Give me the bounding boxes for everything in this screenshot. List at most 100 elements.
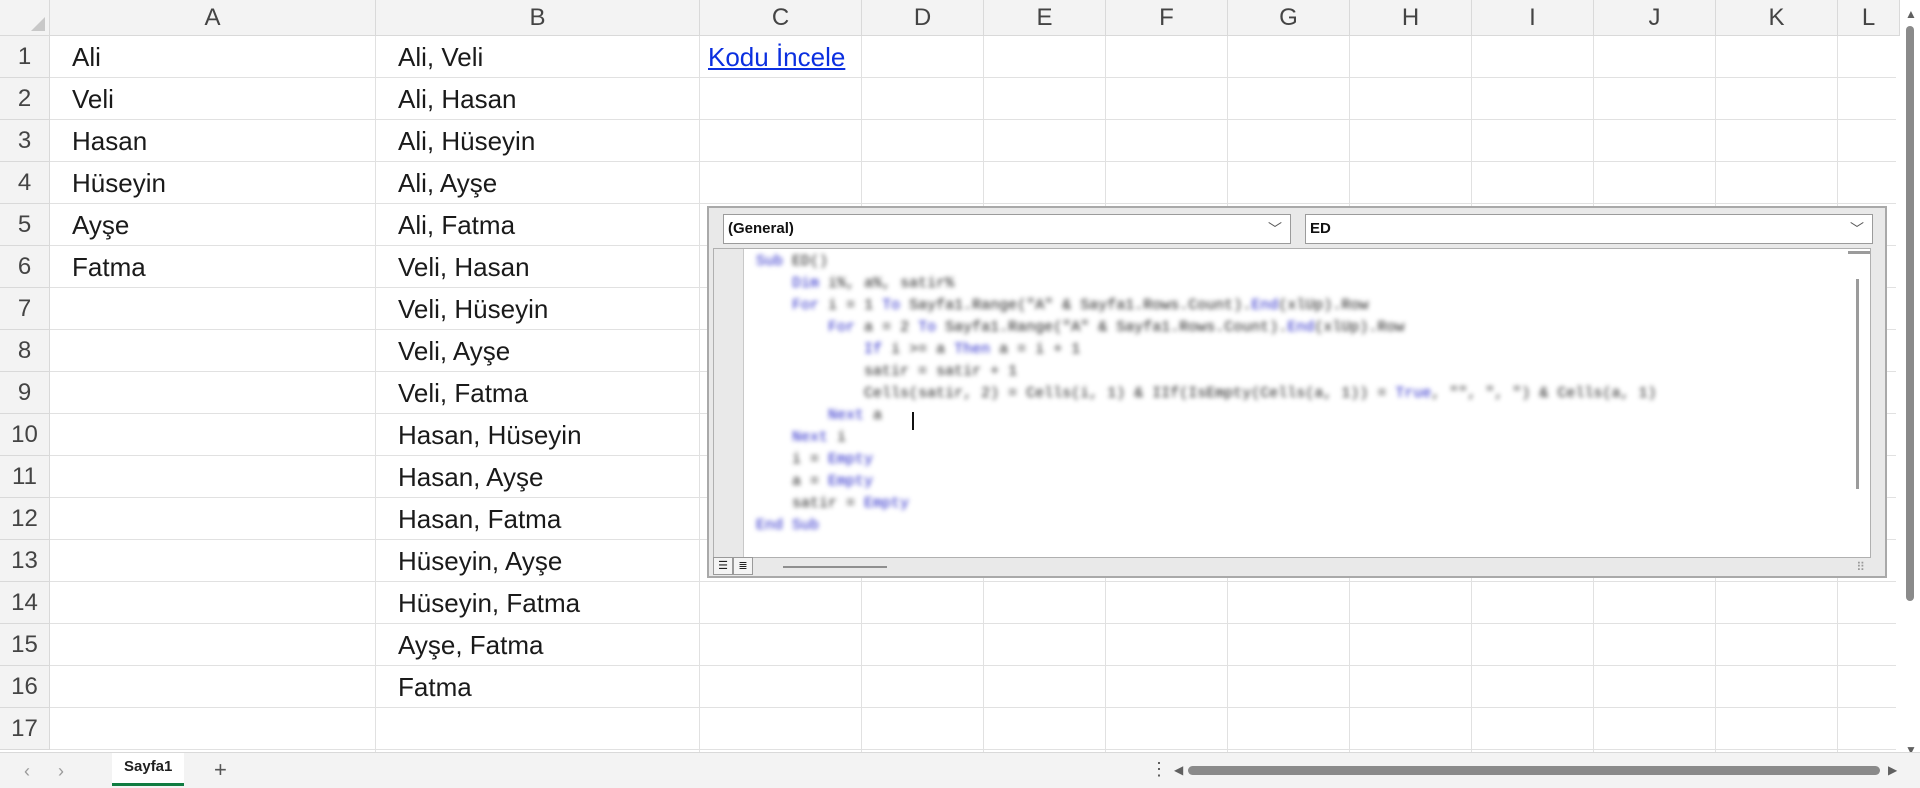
code-line: Cells(satir, 2) = Cells(i, 1) & IIf(IsEm…: [864, 385, 1657, 402]
cell-b5[interactable]: Ali, Fatma: [376, 204, 700, 246]
resize-grip-icon[interactable]: ⠿: [1856, 560, 1865, 574]
grid-line: [50, 749, 1896, 750]
row-header-1[interactable]: 1: [0, 36, 50, 78]
row-header-4[interactable]: 4: [0, 162, 50, 204]
row-header-8[interactable]: 8: [0, 330, 50, 372]
column-header-b[interactable]: B: [376, 0, 700, 36]
column-header-g[interactable]: G: [1228, 0, 1350, 36]
grid-line: [50, 623, 1896, 624]
object-dropdown-value: (General): [728, 220, 794, 237]
scroll-up-arrow-icon[interactable]: ▲: [1905, 8, 1917, 20]
column-header-l[interactable]: L: [1838, 0, 1900, 36]
code-line: Sub ED(): [756, 253, 829, 270]
editor-horizontal-scroll-thumb[interactable]: [783, 566, 887, 568]
code-line: If i >= a Then a = i + 1: [864, 341, 1081, 358]
row-header-9[interactable]: 9: [0, 372, 50, 414]
editor-margin: [714, 249, 744, 557]
grid-line: [50, 707, 1896, 708]
add-sheet-button[interactable]: +: [214, 757, 227, 783]
cell-a6[interactable]: Fatma: [50, 246, 376, 288]
code-line: Next a: [828, 407, 883, 424]
cell-b10[interactable]: Hasan, Hüseyin: [376, 414, 700, 456]
cell-a3[interactable]: Hasan: [50, 120, 376, 162]
procedure-dropdown-value: ED: [1310, 220, 1331, 237]
row-header-15[interactable]: 15: [0, 624, 50, 666]
scroll-right-arrow-icon[interactable]: ▶: [1888, 764, 1897, 776]
sheet-tab-bar: ‹ › Sayfa1 + ⋮ ◀ ▶: [0, 752, 1920, 788]
code-line: i = Empty: [792, 451, 874, 468]
kodu-incele-link[interactable]: Kodu İncele: [708, 36, 845, 78]
code-text: Sub ED() Dim i%, a%, satir% For i = 1 To…: [756, 251, 1657, 537]
procedure-dropdown[interactable]: ED ﹀: [1305, 214, 1873, 244]
row-header-11[interactable]: 11: [0, 456, 50, 498]
row-header-5[interactable]: 5: [0, 204, 50, 246]
column-header-j[interactable]: J: [1594, 0, 1716, 36]
row-header-16[interactable]: 16: [0, 666, 50, 708]
column-header-a[interactable]: A: [50, 0, 376, 36]
next-sheet-arrow-icon[interactable]: ›: [58, 761, 64, 782]
grid-line: [50, 665, 1896, 666]
cell-b11[interactable]: Hasan, Ayşe: [376, 456, 700, 498]
scrollbar-top-edge: [1848, 251, 1870, 254]
cell-a2[interactable]: Veli: [50, 78, 376, 120]
column-header-i[interactable]: I: [1472, 0, 1594, 36]
more-options-icon[interactable]: ⋮: [1150, 759, 1168, 780]
editor-bottom-bar: ☰ ≣ ⠿: [711, 556, 1871, 576]
row-header-14[interactable]: 14: [0, 582, 50, 624]
cell-b13[interactable]: Hüseyin, Ayşe: [376, 540, 700, 582]
chevron-down-icon: ﹀: [1850, 221, 1864, 237]
row-header-12[interactable]: 12: [0, 498, 50, 540]
code-line: satir = satir + 1: [864, 363, 1018, 380]
horizontal-scroll-thumb[interactable]: [1188, 766, 1880, 775]
prev-sheet-arrow-icon[interactable]: ‹: [24, 761, 30, 782]
sheet-tab-sayfa1[interactable]: Sayfa1: [112, 753, 185, 786]
full-module-view-icon[interactable]: ≣: [733, 557, 753, 575]
cell-b6[interactable]: Veli, Hasan: [376, 246, 700, 288]
row-header-17[interactable]: 17: [0, 708, 50, 750]
vba-code-window[interactable]: (General) ﹀ ED ﹀ Sub ED() Dim i%, a%, sa…: [707, 206, 1887, 578]
cell-b7[interactable]: Veli, Hüseyin: [376, 288, 700, 330]
cell-b14[interactable]: Hüseyin, Fatma: [376, 582, 700, 624]
column-header-d[interactable]: D: [862, 0, 984, 36]
row-header-6[interactable]: 6: [0, 246, 50, 288]
row-header-10[interactable]: 10: [0, 414, 50, 456]
cell-b8[interactable]: Veli, Ayşe: [376, 330, 700, 372]
select-all-triangle-icon: [31, 17, 45, 31]
cell-b15[interactable]: Ayşe, Fatma: [376, 624, 700, 666]
cell-b2[interactable]: Ali, Hasan: [376, 78, 700, 120]
code-line: For a = 2 To Sayfa1.Range("A" & Sayfa1.R…: [828, 319, 1405, 336]
grid-line: [50, 581, 1896, 582]
editor-scroll-thumb[interactable]: [1856, 279, 1859, 489]
code-line: satir = Empty: [792, 495, 910, 512]
code-editor[interactable]: Sub ED() Dim i%, a%, satir% For i = 1 To…: [713, 248, 1871, 558]
column-header-h[interactable]: H: [1350, 0, 1472, 36]
cell-b1[interactable]: Ali, Veli: [376, 36, 700, 78]
cell-a5[interactable]: Ayşe: [50, 204, 376, 246]
cell-b3[interactable]: Ali, Hüseyin: [376, 120, 700, 162]
column-header-k[interactable]: K: [1716, 0, 1838, 36]
editor-vertical-scrollbar[interactable]: [1848, 249, 1870, 557]
cell-b16[interactable]: Fatma: [376, 666, 700, 708]
select-all-button[interactable]: [0, 0, 50, 36]
code-line: For i = 1 To Sayfa1.Range("A" & Sayfa1.R…: [792, 297, 1369, 314]
row-header-2[interactable]: 2: [0, 78, 50, 120]
cell-b12[interactable]: Hasan, Fatma: [376, 498, 700, 540]
column-header-e[interactable]: E: [984, 0, 1106, 36]
row-header-7[interactable]: 7: [0, 288, 50, 330]
procedure-view-icon[interactable]: ☰: [713, 557, 733, 575]
cell-b4[interactable]: Ali, Ayşe: [376, 162, 700, 204]
code-line: Dim i%, a%, satir%: [792, 275, 955, 292]
object-dropdown[interactable]: (General) ﹀: [723, 214, 1291, 244]
column-header-f[interactable]: F: [1106, 0, 1228, 36]
cell-a4[interactable]: Hüseyin: [50, 162, 376, 204]
column-header-c[interactable]: C: [700, 0, 862, 36]
vertical-scroll-thumb[interactable]: [1906, 26, 1914, 601]
row-header-13[interactable]: 13: [0, 540, 50, 582]
cell-b9[interactable]: Veli, Fatma: [376, 372, 700, 414]
sheet-horizontal-scrollbar[interactable]: ◀ ▶: [1172, 761, 1902, 779]
sheet-vertical-scrollbar[interactable]: ▲ ▼: [1900, 0, 1920, 758]
row-header-3[interactable]: 3: [0, 120, 50, 162]
chevron-down-icon: ﹀: [1268, 221, 1282, 237]
cell-a1[interactable]: Ali: [50, 36, 376, 78]
scroll-left-arrow-icon[interactable]: ◀: [1174, 764, 1183, 776]
